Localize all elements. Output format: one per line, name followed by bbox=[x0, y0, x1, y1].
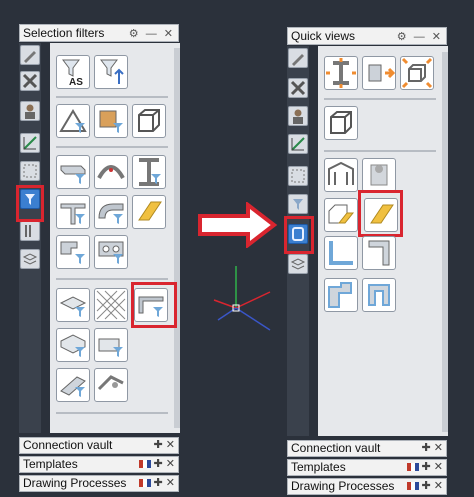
view-side-tile[interactable] bbox=[362, 56, 396, 90]
layers-icon[interactable] bbox=[20, 249, 40, 269]
left-templates-row[interactable]: Templates ✚ ✕ bbox=[19, 456, 179, 473]
user-icon[interactable] bbox=[20, 101, 40, 121]
row-label: Drawing Processes bbox=[291, 479, 395, 493]
frame-icon[interactable] bbox=[20, 161, 40, 181]
row-label: Connection vault bbox=[23, 438, 113, 452]
left-angle-tile-highlight bbox=[131, 282, 177, 328]
separator bbox=[56, 278, 168, 280]
pencil-icon[interactable] bbox=[288, 48, 308, 68]
view-box-tile[interactable] bbox=[324, 106, 358, 140]
view-profile-tile[interactable] bbox=[362, 236, 396, 270]
flag-icon bbox=[138, 479, 151, 488]
right-connection-vault-row[interactable]: Connection vault ✚ ✕ bbox=[287, 440, 447, 457]
right-templates-row[interactable]: Templates ✚ ✕ bbox=[287, 459, 447, 476]
right-plate-tile-highlight bbox=[358, 190, 403, 237]
row-controls[interactable]: ✚ ✕ bbox=[154, 438, 176, 453]
filter-assembly-tile[interactable] bbox=[94, 104, 128, 138]
left-active-icon-highlight bbox=[16, 185, 44, 222]
user-icon[interactable] bbox=[288, 106, 308, 126]
row-controls[interactable]: ✚ ✕ bbox=[154, 477, 176, 489]
row-controls[interactable]: ✚ ✕ bbox=[422, 480, 444, 492]
profile-icon[interactable] bbox=[20, 221, 40, 241]
view-front-tile[interactable] bbox=[324, 56, 358, 90]
filter-beam-tile[interactable] bbox=[56, 155, 90, 189]
filter-up-tile[interactable] bbox=[94, 55, 128, 89]
filter-curved-beam-tile[interactable] bbox=[94, 155, 128, 189]
right-arrow-icon bbox=[198, 202, 278, 248]
axis-gizmo-icon bbox=[213, 266, 271, 331]
view-bracket-tile[interactable] bbox=[324, 278, 358, 312]
right-active-icon-highlight bbox=[284, 216, 314, 254]
title-controls[interactable]: ⚙ — ✕ bbox=[397, 29, 443, 45]
frame-icon[interactable] bbox=[288, 166, 308, 186]
filter-deck-tile[interactable] bbox=[56, 288, 90, 322]
tools-icon[interactable] bbox=[20, 71, 40, 91]
filter-as-tile[interactable]: AS bbox=[56, 55, 90, 89]
view-cube-plate-tile[interactable] bbox=[324, 198, 358, 232]
row-controls[interactable]: ✚ ✕ bbox=[154, 458, 176, 470]
filter-bent-plate-tile[interactable] bbox=[94, 195, 128, 229]
row-label: Connection vault bbox=[291, 441, 381, 455]
panel-title: Quick views bbox=[291, 29, 356, 43]
view-3d-tile[interactable] bbox=[400, 56, 434, 90]
row-label: Templates bbox=[291, 460, 346, 474]
right-scrollbar[interactable] bbox=[442, 52, 448, 432]
view-frame-tile[interactable] bbox=[324, 158, 358, 192]
row-label: Templates bbox=[23, 457, 78, 471]
separator bbox=[56, 146, 168, 148]
flag-icon bbox=[138, 460, 151, 469]
as-label: AS bbox=[69, 77, 83, 88]
flag-icon bbox=[406, 482, 419, 491]
selection-filter-icon[interactable] bbox=[288, 194, 308, 214]
filter-column-tile[interactable] bbox=[132, 155, 166, 189]
filter-weld-tile[interactable] bbox=[94, 328, 128, 362]
filter-bolt-tile[interactable] bbox=[94, 368, 128, 402]
title-controls[interactable]: ⚙ — ✕ bbox=[129, 26, 175, 42]
dimension-icon[interactable] bbox=[20, 133, 40, 153]
selection-filters-title-bar: Selection filters ⚙ — ✕ bbox=[19, 24, 179, 42]
filter-stair-tile[interactable] bbox=[56, 235, 90, 269]
row-controls[interactable]: ✚ ✕ bbox=[422, 441, 444, 456]
filter-wedge-tile[interactable] bbox=[56, 368, 90, 402]
left-sidebar bbox=[19, 43, 41, 433]
left-scrollbar[interactable] bbox=[174, 48, 180, 428]
tools-icon[interactable] bbox=[288, 78, 308, 98]
row-controls[interactable]: ✚ ✕ bbox=[422, 461, 444, 473]
filter-slab-tile[interactable] bbox=[56, 328, 90, 362]
separator bbox=[56, 412, 168, 414]
separator bbox=[324, 150, 436, 152]
view-channel-tile[interactable] bbox=[362, 278, 396, 312]
filter-box-tile[interactable] bbox=[132, 104, 166, 138]
row-label: Drawing Processes bbox=[23, 476, 127, 490]
filter-truss-tile[interactable] bbox=[56, 104, 90, 138]
filter-grating-tile[interactable] bbox=[94, 288, 128, 322]
panel-title: Selection filters bbox=[23, 26, 105, 40]
right-drawing-processes-row[interactable]: Drawing Processes ✚ ✕ bbox=[287, 478, 447, 495]
flag-icon bbox=[406, 463, 419, 472]
filter-tbeam-tile[interactable] bbox=[56, 195, 90, 229]
view-cylinder-tile[interactable] bbox=[362, 158, 396, 192]
left-connection-vault-row[interactable]: Connection vault ✚ ✕ bbox=[19, 437, 179, 454]
separator bbox=[56, 96, 168, 98]
view-corner-tile[interactable] bbox=[324, 236, 358, 270]
filter-plate-tile[interactable] bbox=[132, 195, 166, 229]
filter-holes-tile[interactable] bbox=[94, 235, 128, 269]
quick-views-title-bar: Quick views ⚙ — ✕ bbox=[287, 27, 447, 45]
separator bbox=[324, 98, 436, 100]
dimension-icon[interactable] bbox=[288, 134, 308, 154]
left-drawing-processes-row[interactable]: Drawing Processes ✚ ✕ bbox=[19, 475, 179, 492]
pencil-icon[interactable] bbox=[20, 45, 40, 65]
layers-icon[interactable] bbox=[288, 254, 308, 274]
